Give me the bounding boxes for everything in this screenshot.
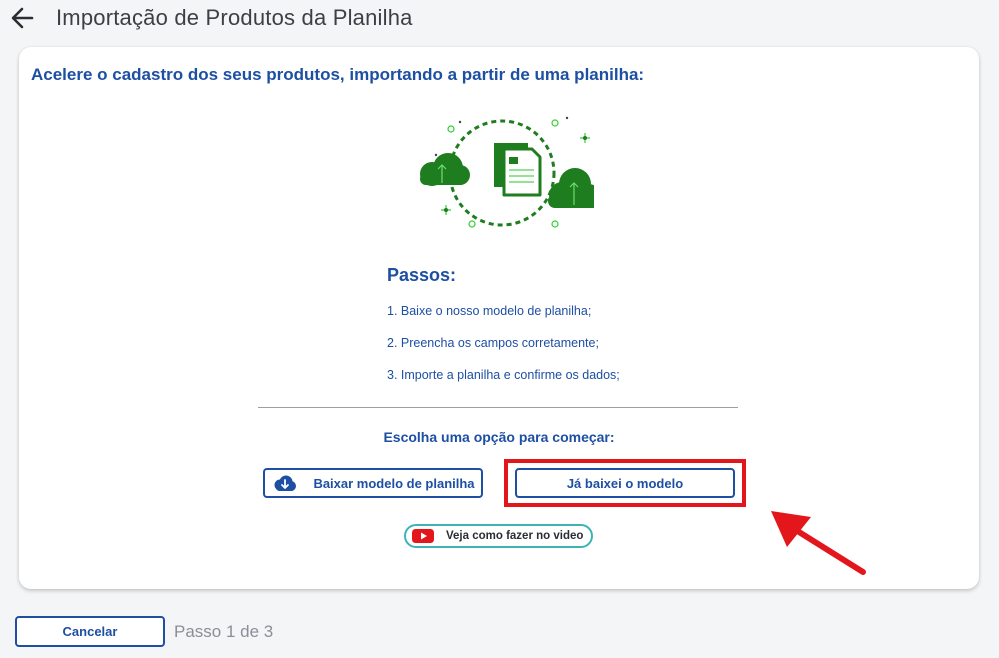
card-heading: Acelere o cadastro dos seus produtos, im…	[31, 65, 645, 84]
page-title: Importação de Produtos da Planilha	[56, 5, 413, 30]
divider	[258, 407, 738, 408]
steps-title: Passos:	[387, 265, 457, 285]
red-pointer-arrow-icon	[771, 511, 866, 575]
header: Importação de Produtos da Planilha	[0, 0, 999, 36]
already-downloaded-label: Já baixei o modelo	[566, 475, 684, 491]
already-downloaded-button[interactable]: Já baixei o modelo	[515, 468, 735, 498]
cancel-button[interactable]: Cancelar	[15, 616, 165, 647]
step-3: 3. Importe a planilha e confirme os dado…	[387, 368, 620, 382]
choose-option-label: Escolha uma opção para começar:	[383, 429, 615, 445]
step-1: 1. Baixe o nosso modelo de planilha;	[387, 304, 592, 318]
spreadsheet-cloud-upload-illustration	[420, 116, 594, 228]
cloud-download-icon	[274, 475, 296, 491]
watch-video-button[interactable]: Veja como fazer no video	[404, 524, 593, 548]
arrow-left-icon	[11, 7, 34, 29]
step-2: 2. Preencha os campos corretamente;	[387, 336, 599, 350]
download-template-button[interactable]: Baixar modelo de planilha	[263, 468, 483, 498]
step-indicator: Passo 1 de 3	[174, 622, 274, 641]
youtube-icon	[412, 529, 434, 543]
watch-video-label: Veja como fazer no video	[446, 530, 584, 542]
download-template-label: Baixar modelo de planilha	[313, 475, 475, 491]
back-button[interactable]	[8, 4, 38, 32]
